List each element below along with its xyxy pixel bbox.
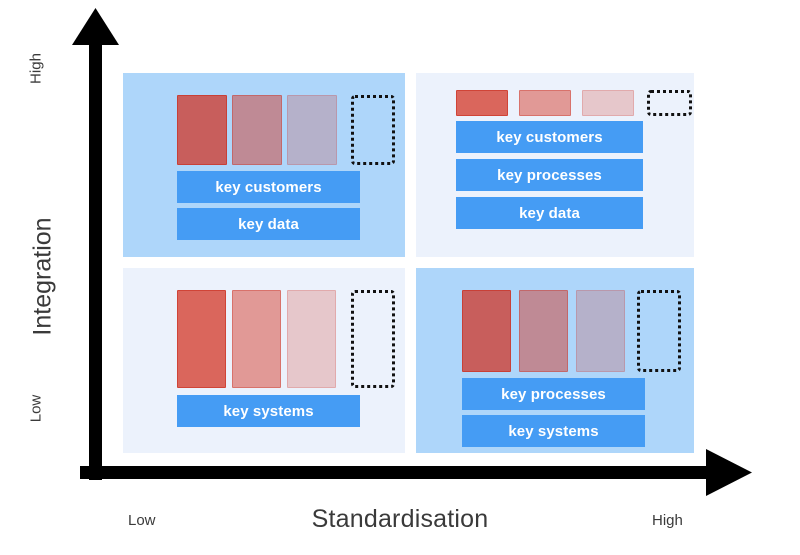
capability-bar-strong [462, 290, 511, 372]
capability-bar-empty [351, 95, 395, 165]
capability-bar-empty [351, 290, 395, 388]
x-axis-high-label: High [652, 512, 683, 529]
label-bar-key-systems[interactable]: key systems [462, 415, 645, 447]
quadrant-top-left[interactable]: key customers key data [123, 73, 405, 257]
capability-bar-light [287, 290, 336, 388]
capability-bar-group [462, 290, 681, 372]
capability-bar-medium [232, 95, 282, 165]
label-bar-key-processes[interactable]: key processes [456, 159, 643, 191]
capability-bar-light [576, 290, 625, 372]
capability-bar-light [582, 90, 634, 116]
capability-bar-strong [177, 290, 226, 388]
quadrant-bottom-left[interactable]: key systems [123, 268, 405, 453]
capability-bar-empty [647, 90, 692, 116]
capability-bar-medium [519, 90, 571, 116]
right-arrow-icon [706, 449, 752, 496]
label-bar-key-systems[interactable]: key systems [177, 395, 360, 427]
diagram-canvas: Standardisation Integration Low High Low… [0, 0, 800, 555]
label-bar-key-data[interactable]: key data [177, 208, 360, 240]
x-axis-low-label: Low [128, 512, 156, 529]
capability-bar-light [287, 95, 337, 165]
capability-bar-group [177, 290, 395, 388]
quadrant-bottom-right[interactable]: key processes key systems [416, 268, 694, 453]
x-axis-line [80, 466, 715, 479]
capability-bar-medium [232, 290, 281, 388]
quadrant-top-right[interactable]: key customers key processes key data [416, 73, 694, 257]
capability-bar-empty [637, 290, 681, 372]
y-axis-origin-tick [80, 466, 112, 478]
capability-bar-strong [456, 90, 508, 116]
y-axis-low-label: Low [27, 394, 45, 423]
capability-bar-group [456, 90, 692, 116]
y-axis-line [89, 40, 102, 480]
capability-bar-strong [177, 95, 227, 165]
y-axis-high-label: High [27, 53, 45, 84]
label-bar-key-processes[interactable]: key processes [462, 378, 645, 410]
label-bar-key-data[interactable]: key data [456, 197, 643, 229]
capability-bar-medium [519, 290, 568, 372]
label-bar-key-customers[interactable]: key customers [177, 171, 360, 203]
up-arrow-icon [72, 8, 119, 45]
label-bar-key-customers[interactable]: key customers [456, 121, 643, 153]
capability-bar-group [177, 95, 395, 165]
